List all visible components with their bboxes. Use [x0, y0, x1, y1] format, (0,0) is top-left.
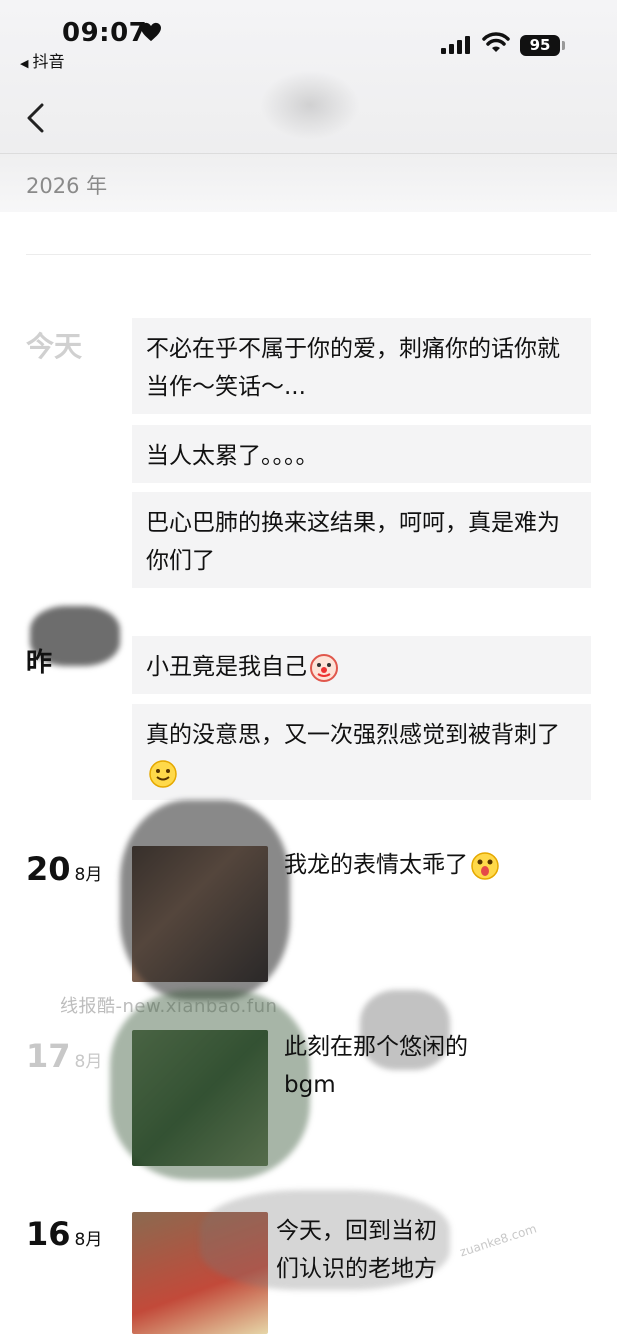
blurred-profile-name	[260, 70, 360, 140]
date-day: 20	[26, 850, 71, 888]
date-day-label: 16 8月	[26, 1215, 102, 1253]
post-caption-line[interactable]: bgm	[284, 1066, 336, 1104]
post-text[interactable]: 不必在乎不属于你的爱，刺痛你的话你就当作～笑话～...	[132, 318, 591, 414]
date-day: 17	[26, 1037, 71, 1075]
date-month: 8月	[74, 865, 103, 885]
smile-emoji-icon	[149, 759, 177, 788]
post-text[interactable]: 巴心巴肺的换来这结果，呵呵，真是难为你们了	[132, 492, 591, 588]
date-day: 16	[26, 1215, 71, 1253]
post-caption-line[interactable]: 此刻在那个悠闲的	[284, 1028, 468, 1066]
back-triangle-icon: ◀	[20, 57, 29, 70]
wifi-icon	[482, 32, 510, 52]
post-text-content: 真的没意思，又一次强烈感觉到被背刺了	[146, 722, 560, 748]
post-text[interactable]: 当人太累了。。。。	[132, 425, 591, 483]
scribble-redaction	[110, 990, 310, 1180]
year-label: 2026 年	[26, 174, 108, 198]
date-day-label: 20 8月	[26, 850, 102, 888]
post-caption-text: 我龙的表情太乖了	[284, 852, 468, 878]
heart-icon	[141, 22, 161, 42]
date-yesterday-label: 昨	[26, 648, 53, 678]
cellular-signal-icon	[441, 36, 471, 54]
post-text[interactable]: 小丑竟是我自己	[132, 636, 591, 694]
post-text[interactable]: 真的没意思，又一次强烈感觉到被背刺了	[132, 704, 591, 800]
clown-emoji-icon	[310, 653, 338, 682]
battery-nub	[562, 41, 565, 50]
post-caption-line[interactable]: 们认识的老地方	[276, 1250, 437, 1288]
back-app-label: 抖音	[32, 52, 65, 71]
section-divider	[26, 254, 591, 255]
battery-indicator: 95	[520, 35, 560, 56]
back-chevron-icon[interactable]	[24, 102, 48, 134]
post-caption-line[interactable]: 今天，回到当初	[276, 1212, 437, 1250]
date-month: 8月	[74, 1052, 103, 1072]
date-month: 8月	[74, 1230, 103, 1250]
status-bar: 09:07 ◀ 抖音 95	[0, 0, 617, 72]
post-text-content: 小丑竟是我自己	[146, 654, 307, 680]
date-today-label: 今天	[26, 330, 83, 363]
corner-watermark: zuanke8.com	[457, 1221, 539, 1260]
post-caption[interactable]: 我龙的表情太乖了	[284, 846, 500, 884]
date-day-label: 17 8月	[26, 1037, 102, 1075]
tongue-emoji-icon	[471, 851, 499, 880]
scribble-redaction	[120, 800, 290, 1000]
back-to-app-link[interactable]: ◀ 抖音	[20, 48, 64, 72]
status-time: 09:07	[62, 18, 148, 48]
header-divider	[0, 153, 617, 154]
